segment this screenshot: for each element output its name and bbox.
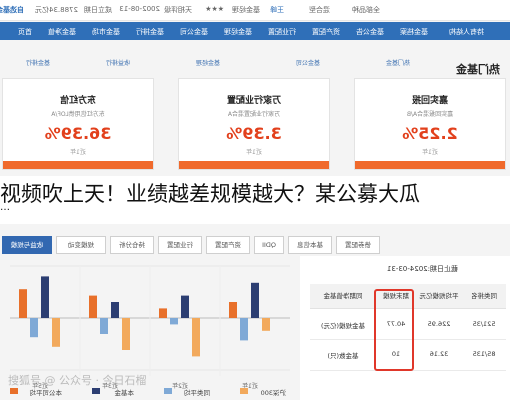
tab-returns-scale[interactable]: 收益与规模 — [2, 236, 52, 254]
nav-item[interactable]: 持有人结构 — [449, 27, 484, 37]
chart-bar — [30, 318, 38, 338]
table-cell: 521/35 — [472, 320, 496, 328]
table-cell: 基金数(只) — [327, 352, 359, 360]
fund-cards: 嘉实回报 嘉实回报混合A/B 2.25% 近1年 万家行业配置 万家行业配置混合… — [0, 78, 510, 178]
legend-swatch — [164, 388, 172, 394]
card-accent-bar — [3, 161, 153, 169]
main-nav: 首页 基金净值 基金市场 基金排行 基金公司 基金经理 行业配置 资产配置 基金… — [0, 22, 510, 40]
tab-scale-change[interactable]: 规模变动 — [56, 236, 106, 254]
legend-swatch — [92, 388, 100, 394]
card-accent-bar — [179, 161, 329, 169]
nav-item[interactable]: 基金公司 — [180, 27, 208, 37]
legend-item: 沪深300 — [260, 389, 286, 397]
nav-item[interactable]: 行业配置 — [268, 27, 296, 37]
nav-item[interactable]: 基金公告 — [356, 27, 384, 37]
tab-holdings[interactable]: 持仓分析 — [110, 236, 154, 254]
nav-item[interactable]: 基金净值 — [48, 27, 76, 37]
fund-name: 东方红信 — [60, 96, 97, 106]
fund-code: 嘉实回报混合A/B — [406, 111, 454, 118]
col-header-rank: 同类排名 — [471, 292, 497, 300]
table-cell: 32.16 — [429, 350, 449, 358]
fund-return: 3.39% — [226, 124, 282, 143]
fund-return: 36.39% — [44, 124, 112, 143]
establish-label: 成立日期 — [84, 6, 112, 14]
chart-bar — [229, 302, 237, 318]
fund-code: 万家行业配置混合A — [227, 111, 281, 118]
table-cell: 226.95 — [427, 320, 451, 328]
headline-ellipsis: … — [0, 202, 10, 213]
fund-period: 近1年 — [70, 149, 86, 156]
chart-bar — [251, 282, 259, 318]
rating-stars: ★★★ — [205, 5, 224, 13]
nav-item[interactable]: 基金市场 — [92, 27, 120, 37]
nav-item[interactable]: 基金排行 — [136, 27, 164, 37]
fund-tabs: 收益与规模 规模变动 持仓分析 行业配置 资产配置 QDII 基本信息 债券配置 — [0, 236, 510, 254]
header-title: 自选基金 — [0, 6, 24, 14]
chart-bar — [52, 318, 60, 347]
card-accent-bar — [355, 161, 505, 169]
watermark: 搜狐号 @ 公众号 · 今日石榴 — [8, 374, 147, 387]
establish-date: 2002-08-13 — [119, 5, 160, 13]
legend-item: 本公司平均 — [29, 389, 63, 397]
tab-qdii[interactable]: QDII — [254, 236, 284, 254]
chart-bar — [41, 276, 49, 318]
chart-bar — [170, 318, 178, 325]
col-header-avg: 平均规模亿元 — [419, 292, 459, 300]
tab-industry[interactable]: 行业配置 — [158, 236, 202, 254]
subnav-item[interactable]: 收益排行 — [106, 58, 130, 67]
nav-item[interactable]: 基金档案 — [400, 27, 428, 37]
subnav-item[interactable]: 热门基金 — [386, 58, 410, 67]
header-number: 2788.34亿元 — [35, 6, 78, 14]
manager-name[interactable]: 王峰 — [270, 5, 284, 15]
fund-header-bar: 自选基金 2788.34亿元 成立日期 2002-08-13 天相评级 ★★★ … — [0, 0, 510, 21]
subnav-item[interactable]: 基金公司 — [296, 58, 320, 67]
subnav-item[interactable]: 基金排行 — [26, 58, 50, 67]
fund-card[interactable]: 东方红信 东方红信用债LOF/A 36.39% 近1年 — [2, 78, 154, 170]
chart-bar — [181, 295, 189, 318]
table-cell: 85/135 — [472, 350, 496, 358]
fund-type: 混合型 — [309, 6, 330, 14]
chart-bar — [159, 308, 167, 318]
legend-item: 本基金 — [114, 389, 135, 397]
legend-swatch — [10, 388, 18, 394]
tab-bond[interactable]: 债券配置 — [336, 236, 380, 254]
fund-card[interactable]: 万家行业配置 万家行业配置混合A 3.39% 近1年 — [178, 78, 330, 170]
chart-bar — [122, 318, 130, 350]
chart-bar — [111, 302, 119, 318]
tab-basic-info[interactable]: 基本信息 — [288, 236, 332, 254]
sub-nav: 基金排行 收益排行 基金经理 基金公司 热门基金 — [0, 58, 510, 68]
chart-bar — [262, 318, 270, 331]
section-title: 热门基金 — [456, 63, 500, 76]
chart-bar — [240, 318, 248, 341]
subnav-item[interactable]: 基金经理 — [196, 58, 220, 67]
headline-text: 视频吹上天！业绩越差规模越大？某公募大瓜 — [0, 182, 420, 206]
stock-label: 全部品种 — [352, 6, 380, 14]
fund-return: 2.25% — [402, 124, 458, 143]
chart-bar — [19, 289, 27, 318]
highlight-box — [374, 289, 414, 371]
chart-bar — [100, 318, 108, 334]
chart-bar — [89, 295, 97, 318]
manager-label: 基金经理 — [232, 6, 260, 14]
nav-item[interactable]: 首页 — [18, 27, 32, 37]
as-of-date: 截止日期:2024-03-31 — [386, 265, 458, 273]
article-headline: 视频吹上天！业绩越差规模越大？某公募大瓜 … — [0, 176, 510, 224]
fund-name: 万家行业配置 — [227, 96, 282, 106]
tab-asset[interactable]: 资产配置 — [206, 236, 250, 254]
fund-period: 近1年 — [246, 149, 262, 156]
legend-swatch — [240, 388, 248, 394]
nav-item[interactable]: 资产配置 — [312, 27, 340, 37]
chart-bar — [192, 318, 200, 357]
fund-card[interactable]: 嘉实回报 嘉实回报混合A/B 2.25% 近1年 — [354, 78, 506, 170]
fund-name: 嘉实回报 — [412, 96, 449, 106]
rating-label: 天相评级 — [164, 6, 192, 14]
legend-item: 同类平均 — [184, 389, 210, 397]
col-header-peer: 同期净值基金 — [323, 292, 363, 300]
fund-code: 东方红信用债LOF/A — [51, 111, 105, 118]
table-cell: 基金规模(亿元) — [320, 322, 366, 330]
fund-period: 近1年 — [422, 149, 438, 156]
nav-item[interactable]: 基金经理 — [224, 27, 252, 37]
